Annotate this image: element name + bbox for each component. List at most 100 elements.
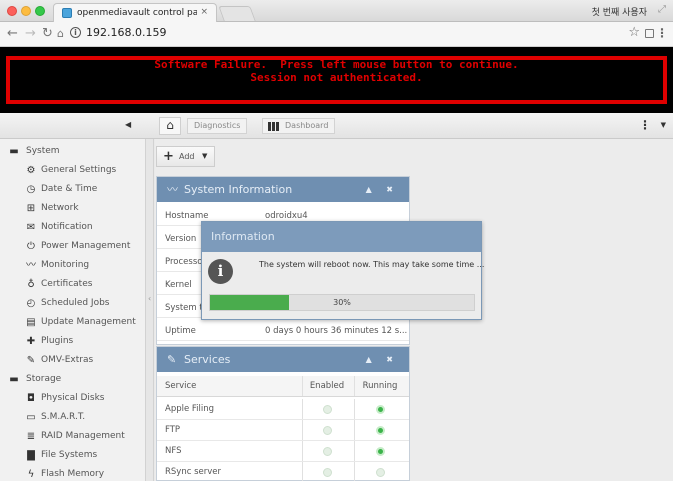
services-panel: ✎ Services ▲ ✖ Service Enabled Running A… <box>156 346 410 481</box>
sidebar-item-label: S.M.A.R.T. <box>41 412 86 422</box>
sidebar-item-label: System <box>26 146 60 156</box>
column-service[interactable]: Service <box>165 376 196 397</box>
sidebar-item-s-m-a-r-t[interactable]: ▭ S.M.A.R.T. <box>0 408 146 427</box>
running-status-icon <box>375 468 385 477</box>
column-running[interactable]: Running <box>355 376 405 397</box>
info-value: 0 days 0 hours 36 minutes 12 s... <box>265 326 408 336</box>
clock-icon: ◷ <box>26 184 36 195</box>
home-icon[interactable]: ⌂ <box>57 26 64 42</box>
enabled-status-icon <box>322 426 332 435</box>
software-failure-banner[interactable]: Software Failure. Press left mouse butto… <box>0 47 673 113</box>
sidebar-item-flash-memory[interactable]: ϟ Flash Memory <box>0 465 146 481</box>
back-icon[interactable]: ← <box>7 26 18 42</box>
sidebar-item-label: Monitoring <box>41 260 90 270</box>
network-icon: ⊞ <box>26 203 36 214</box>
grid-icon <box>268 122 280 131</box>
sidebar-item-label: Certificates <box>41 279 93 289</box>
sidebar-item-scheduled-jobs[interactable]: ◴ Scheduled Jobs <box>0 294 146 313</box>
running-status-icon <box>375 405 385 414</box>
sidebar-item-notification[interactable]: ✉ Notification <box>0 218 146 237</box>
panel-tools[interactable]: ▲ ✖ <box>366 347 399 372</box>
profile-label[interactable]: 첫 번째 사용자 <box>592 5 647 18</box>
sidebar-item-file-systems[interactable]: ▇ File Systems <box>0 446 146 465</box>
sidebar-item-physical-disks[interactable]: ◘ Physical Disks <box>0 389 146 408</box>
sidebar-item-label: Physical Disks <box>41 393 105 403</box>
sidebar-item-omv-extras[interactable]: ✎ OMV-Extras <box>0 351 146 370</box>
sidebar-item-raid-management[interactable]: ≣ RAID Management <box>0 427 146 446</box>
fullscreen-icon[interactable]: ⤢ <box>658 4 666 15</box>
add-widget-button[interactable]: + Add ▼ <box>156 146 215 167</box>
gears-icon: ⚙ <box>26 165 36 176</box>
star-icon[interactable]: ☆ <box>628 25 640 40</box>
table-row[interactable]: RSync server <box>157 462 409 481</box>
dialog-title[interactable]: Information <box>202 222 481 252</box>
minus-box-icon: ▬ <box>9 374 19 385</box>
forward-icon[interactable]: → <box>25 26 36 42</box>
sidebar-item-label: Flash Memory <box>41 469 105 479</box>
services-header[interactable]: ✎ Services ▲ ✖ <box>157 347 409 372</box>
table-row[interactable]: Apple Filing <box>157 399 409 420</box>
service-name: FTP <box>165 425 181 435</box>
extension-icon[interactable] <box>645 29 654 38</box>
breadcrumb-diagnostics[interactable]: Diagnostics <box>187 118 248 134</box>
sidebar-item-label: File Systems <box>41 450 98 460</box>
info-row: Uptime 0 days 0 hours 36 minutes 12 s... <box>157 321 409 341</box>
sidebar-item-network[interactable]: ⊞ Network <box>0 199 146 218</box>
sidebar-item-certificates[interactable]: ♁ Certificates <box>0 275 146 294</box>
sidebar-item-storage[interactable]: ▬ Storage <box>0 370 146 389</box>
breadcrumb-dashboard[interactable]: Dashboard <box>262 118 336 134</box>
panel-tools[interactable]: ▲ ✖ <box>366 177 399 202</box>
minimize-window-button[interactable] <box>21 6 31 16</box>
sidebar-splitter[interactable] <box>146 139 154 481</box>
omv-favicon-icon <box>62 8 72 18</box>
sidebar-item-date-time[interactable]: ◷ Date & Time <box>0 180 146 199</box>
maximize-window-button[interactable] <box>35 6 45 16</box>
raid-icon: ≣ <box>26 431 36 442</box>
sidebar-item-power-management[interactable]: ⏻ Power Management <box>0 237 146 256</box>
collapse-sidebar-icon[interactable]: ◀ <box>125 120 131 129</box>
column-enabled[interactable]: Enabled <box>302 376 352 397</box>
sidebar-item-label: Scheduled Jobs <box>41 298 110 308</box>
add-button-label: Add <box>179 152 195 161</box>
system-information-header[interactable]: 〰 System Information ▲ ✖ <box>157 177 409 202</box>
info-key: Uptime <box>165 326 196 336</box>
browser-titlebar: openmediavault control pane × 첫 번째 사용자 ⤢ <box>0 0 673 22</box>
sidebar-item-system[interactable]: ▬ System <box>0 142 146 161</box>
more-options-icon[interactable]: ⋮ <box>639 118 651 132</box>
close-window-button[interactable] <box>7 6 17 16</box>
enabled-status-icon <box>322 447 332 456</box>
sidebar-item-label: Plugins <box>41 336 74 346</box>
info-icon: i <box>208 259 233 284</box>
new-tab-button[interactable] <box>218 6 256 21</box>
table-row[interactable]: FTP <box>157 420 409 441</box>
running-status-icon <box>375 447 385 456</box>
splitter-arrow-icon[interactable]: ‹ <box>148 294 151 303</box>
reload-icon[interactable]: ↻ <box>42 26 53 42</box>
browser-tab[interactable]: openmediavault control pane × <box>53 3 217 22</box>
trash-update-icon: ▤ <box>26 317 36 328</box>
sidebar-item-label: Storage <box>26 374 62 384</box>
chevron-down-icon[interactable]: ▼ <box>661 121 666 129</box>
tab-title: openmediavault control pane <box>77 8 197 18</box>
menu-icon[interactable]: ⋮ <box>656 26 668 40</box>
service-name: Apple Filing <box>165 404 215 414</box>
address-bar[interactable]: 192.168.0.159 <box>86 26 166 39</box>
tab-close-icon[interactable]: × <box>200 7 208 17</box>
running-status-icon <box>375 426 385 435</box>
navigation-sidebar: ▬ System ⚙ General Settings ◷ Date & Time ⊞ Net… <box>0 139 146 481</box>
progress-text: 30% <box>333 298 351 307</box>
folder-icon: ▇ <box>27 450 35 461</box>
table-row[interactable]: NFS <box>157 441 409 462</box>
sidebar-item-general-settings[interactable]: ⚙ General Settings <box>0 161 146 180</box>
info-icon[interactable]: i <box>70 27 81 38</box>
wrench-icon: ✎ <box>26 355 36 366</box>
info-key: Processo <box>165 257 203 267</box>
sidebar-item-update-management[interactable]: ▤ Update Management <box>0 313 146 332</box>
home-button[interactable]: ⌂ <box>159 117 181 135</box>
sidebar-item-plugins[interactable]: ✚ Plugins <box>0 332 146 351</box>
info-key: Version <box>165 234 197 244</box>
enabled-status-icon <box>322 405 332 414</box>
disk-icon: ◘ <box>27 393 35 404</box>
sidebar-item-monitoring[interactable]: 〰 Monitoring <box>0 256 146 275</box>
reboot-progress-bar: 30% <box>209 294 475 311</box>
